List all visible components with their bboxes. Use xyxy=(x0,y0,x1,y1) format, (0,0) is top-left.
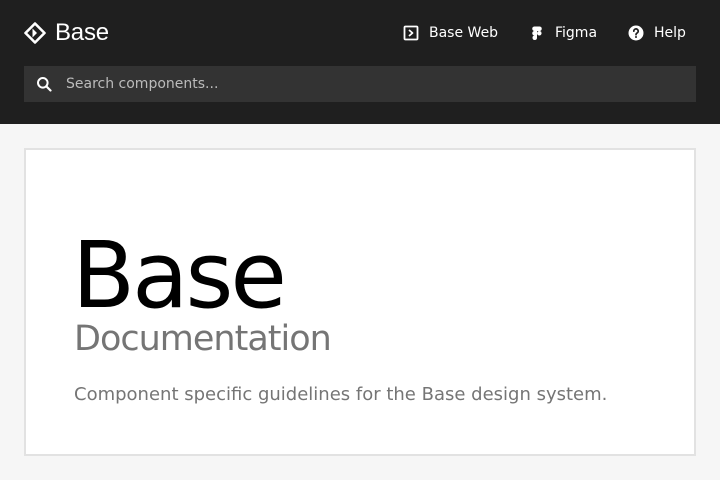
hero-card: Base Documentation Component specific gu… xyxy=(24,148,696,456)
base-diamond-logo-icon xyxy=(24,22,46,44)
help-circle-icon xyxy=(628,25,644,41)
brand-home-link[interactable]: Base xyxy=(24,19,109,46)
top-navigation-bar: Base Base Web Figma Help xyxy=(0,0,720,124)
nav-link-label: Base Web xyxy=(429,25,499,41)
hero-title: Base xyxy=(72,222,287,329)
nav-link-help[interactable]: Help xyxy=(628,20,686,46)
hero-description: Component specific guidelines for the Ba… xyxy=(74,384,608,405)
hero-subtitle: Documentation xyxy=(74,319,332,359)
search-input[interactable] xyxy=(66,66,686,102)
nav-link-figma[interactable]: Figma xyxy=(529,20,597,46)
code-box-icon xyxy=(403,25,419,41)
nav-link-label: Help xyxy=(654,25,686,41)
nav-link-base-web[interactable]: Base Web xyxy=(403,20,498,46)
search-icon xyxy=(37,77,52,92)
nav-link-label: Figma xyxy=(555,25,598,41)
figma-icon xyxy=(532,26,542,40)
search-bar[interactable] xyxy=(24,66,696,102)
brand-name: Base xyxy=(55,19,109,46)
